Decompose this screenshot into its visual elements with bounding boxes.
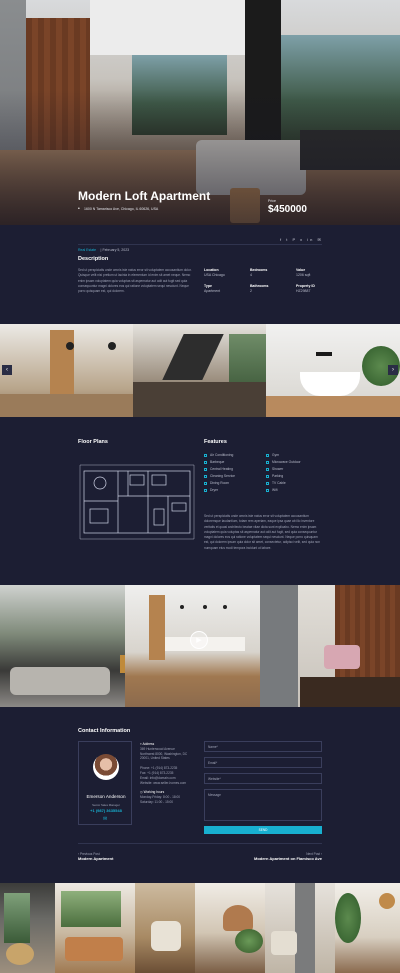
feature-item: Central Heating — [204, 466, 233, 473]
send-button[interactable]: SEND — [204, 826, 322, 834]
bottom-photo-6[interactable] — [335, 883, 400, 973]
check-icon — [204, 460, 207, 464]
prev-post-link[interactable]: ‹ Previous Post Modern Apartment — [78, 852, 113, 861]
bottom-gallery — [0, 883, 400, 973]
mail-icon[interactable]: ✉ — [103, 816, 107, 822]
detail-value: 4 — [250, 273, 252, 277]
gallery-next-button[interactable]: › — [388, 365, 398, 375]
photo-gallery: ‹ › — [0, 324, 400, 417]
next-post-link[interactable]: Next Post › Modern Apartment on Flamisco… — [222, 852, 322, 861]
floor-plan-drawing[interactable] — [78, 451, 196, 556]
detail-value: Apartment — [204, 289, 221, 293]
gallery-photo-bathroom[interactable] — [266, 324, 400, 417]
name-field[interactable] — [204, 741, 322, 752]
check-icon — [204, 488, 207, 492]
features-text: Sed ut perspiciatis unde omnis iste natu… — [204, 514, 321, 550]
message-field[interactable] — [204, 789, 322, 821]
agent-role: Senior Sales Manager — [92, 803, 120, 807]
description-text: Sed ut perspiciatis unde omnis iste natu… — [78, 268, 192, 294]
property-title: Modern Loft Apartment — [78, 189, 211, 203]
detail-value: USA Chicago — [204, 273, 225, 277]
check-icon — [204, 453, 207, 457]
agent-card: Emerson Anderson Senior Sales Manager +1… — [78, 741, 132, 825]
contact-heading: Contact Information — [78, 728, 131, 734]
feature-item: Barbeque — [204, 459, 224, 466]
bottom-photo-2[interactable] — [55, 883, 135, 973]
location-pin-icon: • — [78, 206, 80, 212]
property-address: 1600 N Tamarisco Ave, Chicago, IL 60626,… — [84, 207, 159, 211]
video-photo-lounge — [260, 585, 400, 707]
divider — [78, 843, 322, 844]
email-field[interactable] — [204, 757, 322, 768]
category-link[interactable]: Real Estate — [78, 248, 96, 252]
check-icon — [204, 481, 207, 485]
feature-item: Parking — [266, 473, 283, 480]
feature-item: Gym — [266, 452, 279, 459]
feature-item: Shower — [266, 466, 283, 473]
feature-item: Dining Room — [204, 480, 229, 487]
check-icon — [266, 467, 269, 471]
check-icon — [266, 481, 269, 485]
contact-details: ⌖ Address 369 Hunterwood Avenue Northwes… — [140, 742, 202, 805]
feature-item: Cleaning Service — [204, 473, 235, 480]
check-icon — [266, 460, 269, 464]
feature-item: Wifi — [266, 487, 278, 494]
avatar — [93, 754, 119, 780]
property-price: $450000 — [268, 204, 307, 215]
check-icon — [266, 453, 269, 457]
gallery-photo-dining[interactable] — [133, 324, 266, 417]
price-label: Price — [268, 199, 276, 203]
website-field[interactable] — [204, 773, 322, 784]
post-meta: Real Estate | February 5, 2023 — [78, 248, 130, 252]
share-icons[interactable]: f t P x in ✉ — [280, 237, 323, 242]
feature-item: Air Conditioning — [204, 452, 233, 459]
video-banner: ▶ — [0, 585, 400, 707]
detail-value: 2 — [250, 289, 252, 293]
divider — [78, 244, 322, 245]
play-button[interactable]: ▶ — [190, 631, 208, 649]
bottom-photo-3[interactable] — [135, 883, 195, 973]
post-date: February 5, 2023 — [102, 248, 130, 252]
feature-item: Dryer — [204, 487, 218, 494]
gallery-prev-button[interactable]: ‹ — [2, 365, 12, 375]
bottom-photo-4[interactable] — [195, 883, 265, 973]
check-icon — [204, 467, 207, 471]
check-icon — [266, 474, 269, 478]
detail-value: 1206 sqft — [296, 273, 311, 277]
description-heading: Description — [78, 256, 109, 262]
bottom-photo-5[interactable] — [265, 883, 335, 973]
check-icon — [204, 474, 207, 478]
detail-value: HZ29887 — [296, 289, 311, 293]
feature-item: Microwave Outdoor — [266, 459, 301, 466]
features-heading: Features — [204, 439, 227, 445]
gallery-photo-kitchen[interactable] — [0, 324, 133, 417]
feature-item: TV Cable — [266, 480, 286, 487]
video-photo-living — [0, 585, 125, 707]
hours-line: Saturday: 11:00 - 15:00 — [140, 799, 174, 804]
agent-phone[interactable]: +1 (987) 3635548 — [79, 808, 133, 813]
check-icon — [266, 488, 269, 492]
floor-plans-heading: Floor Plans — [78, 439, 108, 445]
agent-name: Emerson Anderson — [86, 794, 126, 799]
